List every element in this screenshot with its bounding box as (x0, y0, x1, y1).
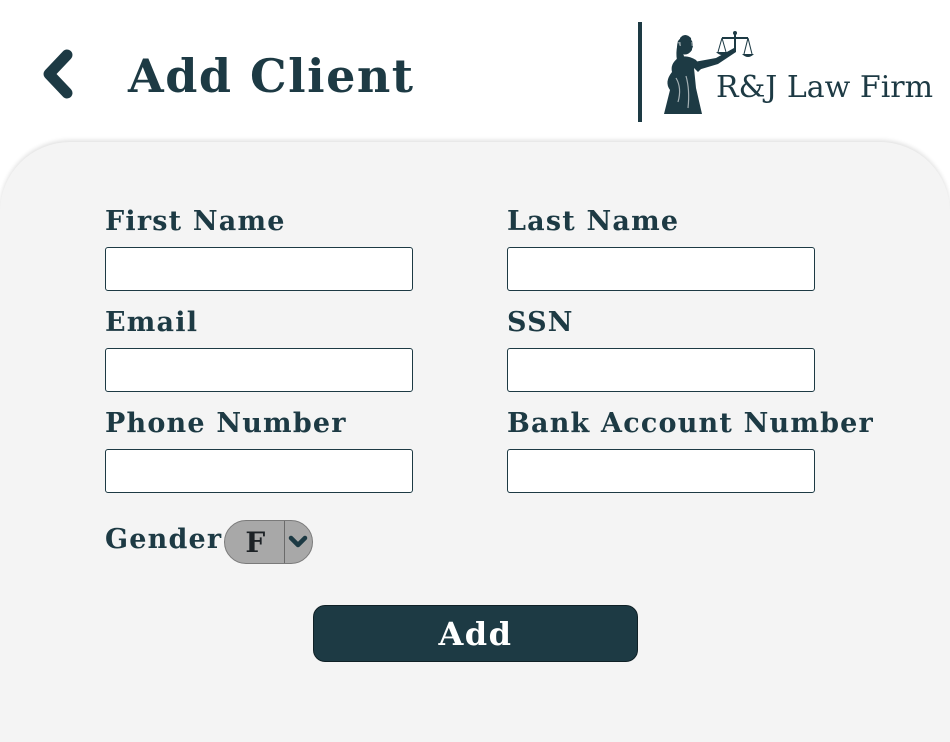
logo-text: R&J Law Firm (716, 70, 934, 105)
bank-account-input[interactable] (507, 449, 815, 493)
email-input[interactable] (105, 348, 413, 392)
page-title: Add Client (128, 49, 415, 103)
add-button[interactable]: Add (313, 605, 638, 662)
bank-account-label: Bank Account Number (507, 408, 874, 439)
header: Add Client R&J Law Firm (0, 0, 950, 145)
logo-divider (638, 22, 642, 122)
chevron-left-icon (43, 49, 73, 99)
gender-selected-value: F (245, 525, 266, 559)
ssn-label: SSN (507, 307, 574, 338)
back-button[interactable] (36, 46, 80, 102)
email-label: Email (105, 307, 199, 338)
firm-logo: R&J Law Firm (638, 22, 933, 124)
phone-number-label: Phone Number (105, 408, 347, 439)
gender-label: Gender (105, 524, 223, 555)
first-name-input[interactable] (105, 247, 413, 291)
last-name-input[interactable] (507, 247, 815, 291)
first-name-label: First Name (105, 206, 286, 237)
gender-select[interactable]: F (224, 520, 313, 564)
ssn-input[interactable] (507, 348, 815, 392)
phone-number-input[interactable] (105, 449, 413, 493)
last-name-label: Last Name (507, 206, 680, 237)
chevron-down-icon (289, 535, 308, 548)
